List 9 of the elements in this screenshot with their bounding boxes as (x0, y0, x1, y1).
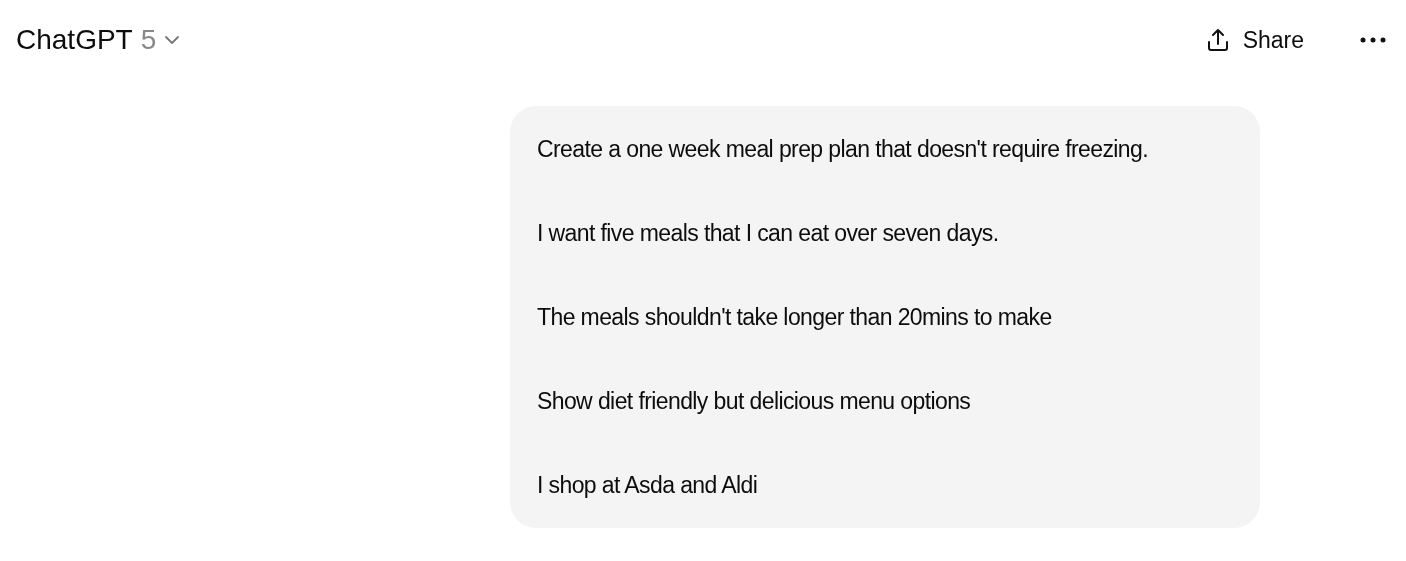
message-text: I shop at Asda and Aldi (537, 471, 759, 500)
message-text: The meals shouldn't take longer than 20mins to make (537, 303, 1053, 332)
more-icon[interactable] (1360, 36, 1386, 44)
message-text: Create a one week meal prep plan that doesn't require freezing. (537, 135, 1149, 164)
message-text: Show diet friendly but delicious menu options (537, 387, 972, 416)
model-selector[interactable]: ChatGPT 5 (16, 24, 181, 56)
share-button[interactable]: Share (1204, 26, 1304, 54)
chevron-down-icon (164, 35, 181, 45)
message-text: I want five meals that I can eat over seven days. (537, 219, 1000, 248)
